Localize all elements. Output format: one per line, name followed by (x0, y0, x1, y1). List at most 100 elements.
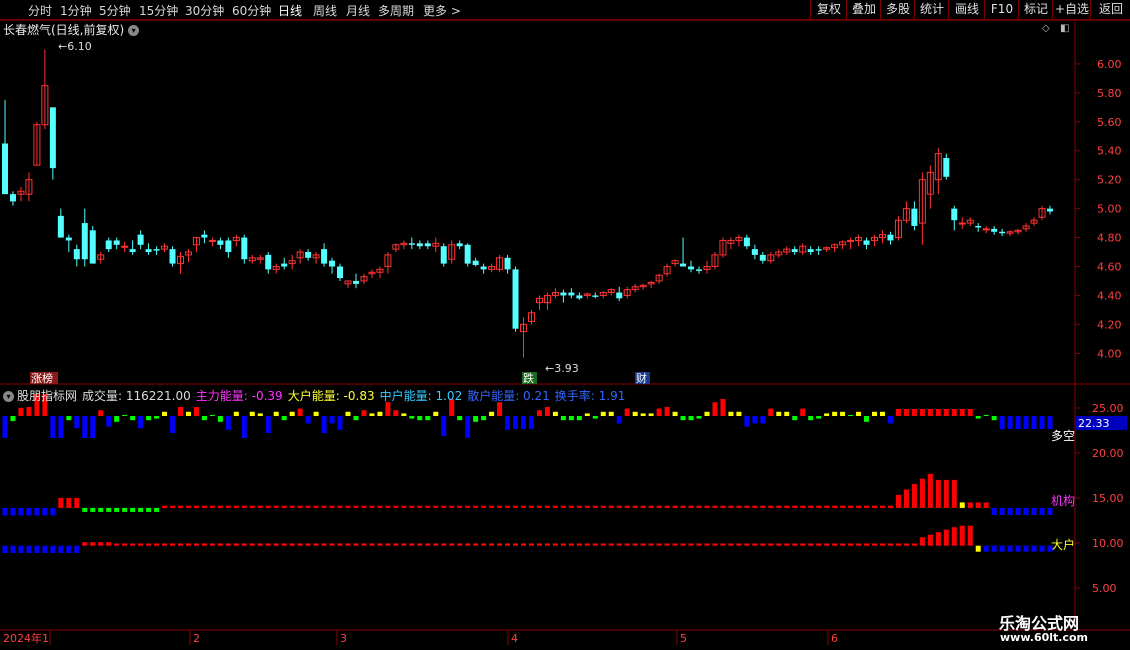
month-label: 6 (831, 632, 838, 645)
bar-dahu (983, 545, 989, 552)
chart-canvas[interactable]: 6.00 5.80 5.60 5.40 5.20 5.00 4.80 4.60 4.40 4.20… (0, 0, 1130, 650)
bar-duokong (281, 416, 287, 421)
bar-dahu (217, 543, 223, 546)
bar-jigou (991, 507, 997, 515)
bar-jigou (154, 507, 160, 512)
chevron-down-icon[interactable]: ▾ (3, 391, 14, 402)
bar-dahu (664, 543, 670, 546)
bar-jigou (720, 505, 726, 508)
bar-jigou (632, 505, 638, 508)
bar-duokong (800, 408, 806, 416)
bar-duokong (760, 416, 766, 424)
bar-duokong (688, 416, 694, 421)
bar-jigou (616, 505, 622, 508)
bar-dahu (122, 543, 128, 546)
bar-dahu (185, 543, 191, 546)
bar-dahu (225, 543, 231, 546)
bar-duokong (209, 415, 215, 416)
bar-jigou (1015, 507, 1021, 515)
bar-jigou (808, 505, 814, 508)
bar-duokong (130, 416, 136, 421)
bar-dahu (385, 543, 391, 546)
bar-dahu (281, 543, 287, 546)
bar-dahu (42, 545, 48, 553)
price-axis-label: 5.60 (1097, 116, 1122, 129)
bar-duokong (656, 408, 662, 416)
bar-duokong (696, 416, 702, 419)
bar-jigou (58, 497, 64, 508)
bar-dahu (1023, 545, 1029, 552)
month-label: 3 (340, 632, 347, 645)
bar-dahu (297, 543, 303, 546)
bar-dahu (584, 543, 590, 546)
bar-dahu (66, 545, 72, 553)
bar-jigou (369, 505, 375, 508)
bar-duokong (624, 408, 630, 416)
bar-dahu (193, 543, 199, 546)
bar-jigou (672, 505, 678, 508)
bar-duokong (401, 413, 407, 416)
bar-jigou (497, 505, 503, 508)
bar-jigou (122, 507, 128, 512)
price-axis-label: 4.60 (1097, 260, 1122, 273)
bar-duokong (784, 411, 790, 416)
bar-dahu (576, 543, 582, 546)
bar-jigou (704, 505, 710, 508)
bar-dahu (919, 537, 925, 546)
bar-dahu (943, 529, 949, 546)
bar-duokong (856, 411, 862, 416)
candle-body (440, 246, 447, 264)
bar-jigou (441, 505, 447, 508)
bar-jigou (776, 505, 782, 508)
bar-duokong (90, 416, 96, 438)
bar-duokong (233, 411, 239, 416)
bar-duokong (433, 411, 439, 416)
bar-duokong (744, 416, 750, 427)
bar-jigou (114, 507, 120, 512)
bar-duokong (489, 411, 495, 416)
bar-jigou (385, 505, 391, 508)
price-axis-label: 4.20 (1097, 318, 1122, 331)
bar-dahu (177, 543, 183, 546)
bar-duokong (536, 410, 542, 416)
bar-dahu (720, 543, 726, 546)
bar-duokong (752, 416, 758, 424)
bar-jigou (489, 505, 495, 508)
bar-jigou (648, 505, 654, 508)
bar-dahu (233, 543, 239, 546)
candle-body (504, 257, 511, 270)
bar-dahu (800, 543, 806, 546)
candle-body (121, 245, 129, 248)
bar-jigou (130, 507, 136, 512)
bar-duokong (353, 416, 359, 421)
candle-body (958, 222, 966, 225)
bar-jigou (185, 505, 191, 508)
bar-duokong (82, 416, 88, 438)
bar-dahu (680, 543, 686, 546)
bar-dahu (624, 543, 630, 546)
bar-duokong (560, 416, 566, 421)
bar-jigou (800, 505, 806, 508)
bar-duokong (74, 416, 80, 429)
bar-duokong (816, 416, 822, 419)
bar-dahu (864, 543, 870, 546)
bar-dahu (18, 545, 24, 553)
bar-jigou (177, 505, 183, 508)
bar-duokong (824, 413, 830, 416)
candle-body (105, 240, 112, 250)
bar-dahu (209, 543, 215, 546)
bar-jigou (42, 507, 48, 516)
event-tag-text: 涨榜 (31, 371, 53, 385)
bar-duokong (720, 399, 726, 416)
bar-duokong (521, 416, 527, 429)
candle-body (65, 237, 72, 241)
candle-body (863, 240, 870, 245)
label-jigou: 机构 (1051, 493, 1075, 508)
candle-body (887, 234, 894, 241)
bar-dahu (632, 543, 638, 546)
bar-jigou (856, 505, 862, 508)
bar-duokong (552, 411, 558, 416)
indicator-item-3: 中户能量: 1.02 (379, 389, 463, 403)
bar-dahu (911, 543, 917, 546)
ind-axis-label: 5.00 (1092, 582, 1117, 595)
